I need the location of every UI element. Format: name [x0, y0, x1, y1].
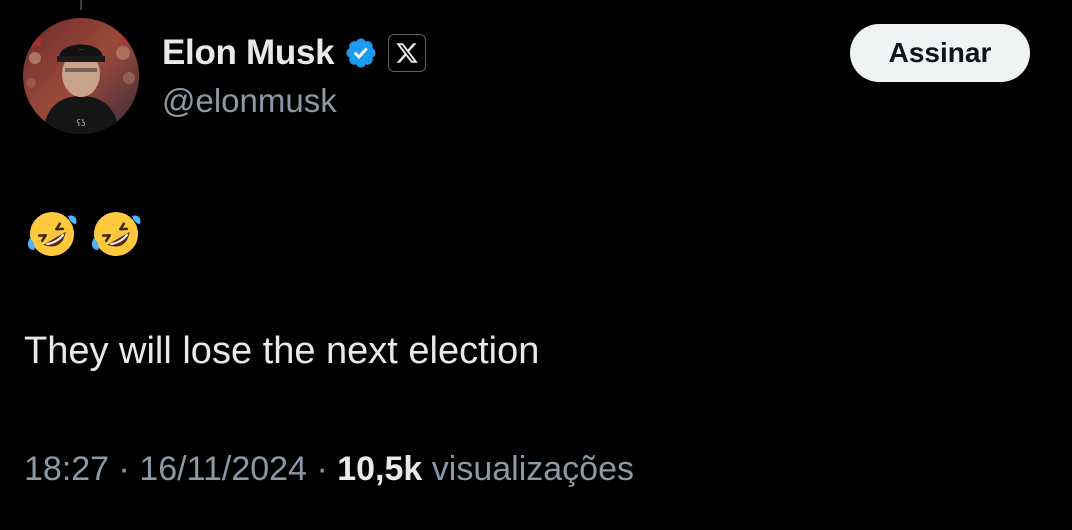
avatar-photo: ··· ʕʖ [23, 18, 139, 134]
rolling-laughing-emoji-icon [91, 211, 141, 256]
verified-badge-icon[interactable] [344, 36, 378, 70]
tweet-emojis [26, 208, 142, 260]
subscribe-button[interactable]: Assinar [850, 24, 1030, 82]
views-count[interactable]: 10,5k [337, 450, 422, 488]
views-label[interactable]: visualizações [432, 450, 634, 488]
x-logo-icon[interactable] [388, 34, 427, 72]
svg-text:···: ··· [78, 47, 84, 54]
tweet-meta: 18:27 · 16/11/2024 · 10,5k visualizações [24, 450, 634, 489]
tweet-text: They will lose the next election [24, 330, 540, 372]
author-name-row: Elon Musk [162, 30, 427, 76]
author-handle[interactable]: @elonmusk [162, 82, 337, 120]
tweet-time[interactable]: 18:27 [24, 450, 109, 488]
svg-text:ʕʖ: ʕʖ [76, 119, 86, 129]
author-display-name[interactable]: Elon Musk [162, 33, 335, 73]
rolling-laughing-emoji-icon [27, 211, 77, 256]
meta-separator: · [118, 450, 130, 488]
thread-connector-line [80, 0, 82, 10]
avatar[interactable]: ··· ʕʖ [23, 18, 139, 134]
meta-separator: · [316, 450, 328, 488]
tweet-date[interactable]: 16/11/2024 [139, 450, 307, 488]
